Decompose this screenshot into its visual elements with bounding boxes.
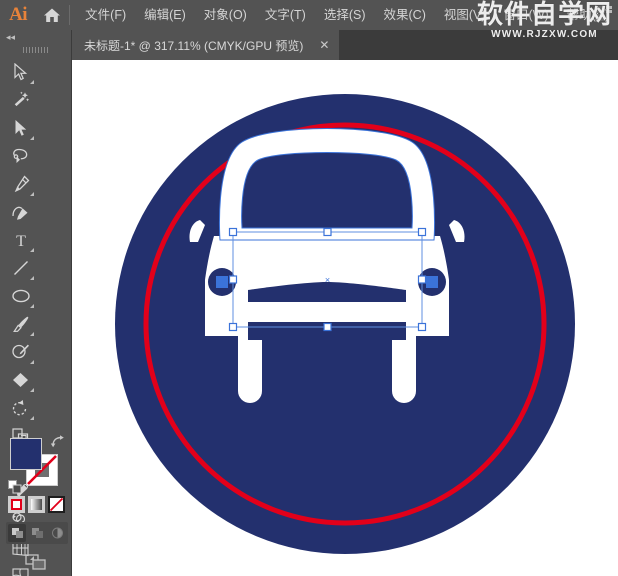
menu-select[interactable]: 选择(S) xyxy=(315,0,375,30)
tool-flyout-indicator xyxy=(30,136,34,140)
app-logo: Ai xyxy=(9,4,28,25)
tool-flyout-indicator xyxy=(30,248,34,252)
rotate-tool[interactable] xyxy=(5,394,36,422)
ellipse-tool[interactable] xyxy=(5,282,36,310)
tool-flyout-indicator xyxy=(30,360,34,364)
workspace-arrange-icon[interactable] xyxy=(594,4,614,29)
selection-center-mark: × xyxy=(325,275,330,285)
draw-behind-mode[interactable] xyxy=(28,524,46,542)
menu-view[interactable]: 视图(V) xyxy=(435,0,495,30)
panel-drag-handle[interactable] xyxy=(0,44,71,56)
tool-flyout-indicator xyxy=(30,388,34,392)
color-mode-color[interactable] xyxy=(8,496,25,513)
document-tab-bar: 未标题-1* @ 317.11% (CMYK/GPU 预览) ✕ xyxy=(0,30,618,60)
car-headlight-left-core xyxy=(216,276,228,288)
car-headlight-right-core xyxy=(426,276,438,288)
draw-inside-mode[interactable] xyxy=(48,524,66,542)
tools-panel: ◂◂ T xyxy=(0,30,72,576)
tool-flyout-indicator xyxy=(30,304,34,308)
menu-bar: Ai 文件(F) 编辑(E) 对象(O) 文字(T) 选择(S) 效果(C) 视… xyxy=(0,0,618,30)
menu-effect[interactable]: 效果(C) xyxy=(375,0,435,30)
menu-edit[interactable]: 编辑(E) xyxy=(135,0,195,30)
paintbrush-tool[interactable] xyxy=(5,310,36,338)
direct-selection-tool[interactable] xyxy=(5,114,36,142)
draw-mode-row xyxy=(6,522,68,544)
pen-tool[interactable] xyxy=(5,170,36,198)
close-icon[interactable]: ✕ xyxy=(317,38,331,52)
type-tool[interactable]: T xyxy=(5,226,36,254)
color-mode-gradient[interactable] xyxy=(28,496,45,513)
tool-flyout-indicator xyxy=(30,416,34,420)
selection-tool[interactable] xyxy=(5,58,36,86)
magic-wand-tool[interactable] xyxy=(5,86,36,114)
menu-file[interactable]: 文件(F) xyxy=(76,0,135,30)
curvature-tool[interactable] xyxy=(5,198,36,226)
tool-flyout-indicator xyxy=(30,332,34,336)
color-mode-row xyxy=(8,496,66,514)
tool-flyout-indicator xyxy=(30,192,34,196)
eraser-tool[interactable] xyxy=(5,366,36,394)
color-controls xyxy=(0,430,72,576)
screen-mode-button[interactable] xyxy=(0,550,72,576)
menu-object[interactable]: 对象(O) xyxy=(195,0,256,30)
tool-flyout-indicator xyxy=(30,276,34,280)
draw-normal-mode[interactable] xyxy=(8,524,26,542)
document-canvas[interactable]: × xyxy=(72,60,618,576)
color-mode-none[interactable] xyxy=(48,496,65,513)
illustrator-window: Ai 文件(F) 编辑(E) 对象(O) 文字(T) 选择(S) 效果(C) 视… xyxy=(0,0,618,576)
menu-item-list: 文件(F) 编辑(E) 对象(O) 文字(T) 选择(S) 效果(C) 视图(V… xyxy=(76,0,618,30)
fill-swatch[interactable] xyxy=(10,438,42,470)
swap-fill-stroke-icon[interactable] xyxy=(50,434,65,454)
panel-collapse-button[interactable]: ◂◂ xyxy=(0,30,71,44)
line-segment-tool[interactable] xyxy=(5,254,36,282)
tool-flyout-indicator xyxy=(30,80,34,84)
menu-type[interactable]: 文字(T) xyxy=(256,0,315,30)
document-tab[interactable]: 未标题-1* @ 317.11% (CMYK/GPU 预览) ✕ xyxy=(72,30,340,60)
document-tab-title: 未标题-1* @ 317.11% (CMYK/GPU 预览) xyxy=(84,38,304,53)
shaper-tool[interactable] xyxy=(5,338,36,366)
menu-window[interactable]: 窗口(W) xyxy=(495,0,558,30)
car-sign-illustration[interactable]: × xyxy=(72,60,618,576)
svg-text:T: T xyxy=(16,233,26,249)
car-windshield[interactable] xyxy=(241,152,413,229)
menu-divider xyxy=(69,5,71,25)
lasso-tool[interactable] xyxy=(5,142,36,170)
home-icon[interactable] xyxy=(36,0,67,30)
